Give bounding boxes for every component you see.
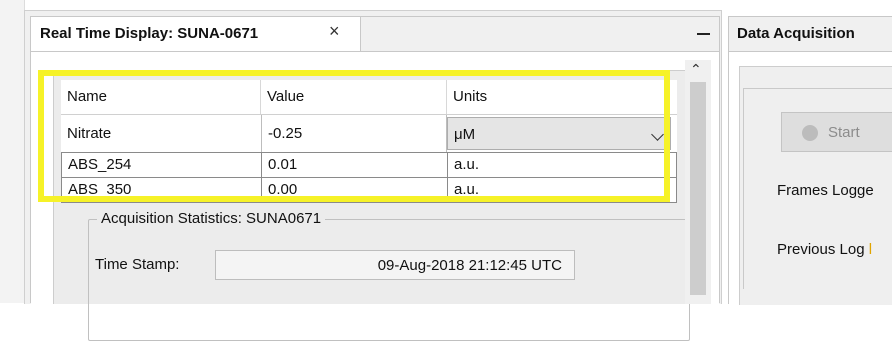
acquisition-statistics-group: Acquisition Statistics: SUNA0671 Time St… xyxy=(88,210,690,341)
status-dot-icon xyxy=(802,125,818,141)
chevron-down-icon xyxy=(651,128,664,141)
acquisition-statistics-title: Acquisition Statistics: SUNA0671 xyxy=(97,210,326,227)
units-selected-value: μM xyxy=(454,126,476,143)
close-icon[interactable]: × xyxy=(329,21,340,42)
minimize-icon[interactable] xyxy=(695,23,711,43)
units-dropdown[interactable]: μM xyxy=(447,117,671,150)
table-row[interactable]: Nitrate -0.25 μM xyxy=(61,114,677,153)
column-header-value[interactable]: Value xyxy=(261,80,447,114)
cell-name: Nitrate xyxy=(67,125,112,142)
data-acquisition-panel: Data Acquisition Start Frames Logge Prev… xyxy=(728,16,892,305)
cell-value: -0.25 xyxy=(261,115,447,153)
vertical-scrollbar[interactable]: ⌃ xyxy=(685,60,711,304)
data-acquisition-title: Data Acquisition xyxy=(737,25,855,42)
cell-name: ABS_254 xyxy=(62,153,262,177)
scrollbar-thumb[interactable] xyxy=(690,82,706,295)
tab-real-time-display[interactable]: Real Time Display: SUNA-0671 × xyxy=(31,17,361,51)
column-header-name[interactable]: Name xyxy=(61,80,261,114)
left-edge-strip xyxy=(0,0,25,303)
panel-tab-bar: Real Time Display: SUNA-0671 × xyxy=(31,17,719,52)
time-stamp-value: 09-Aug-2018 21:12:45 UTC xyxy=(377,257,562,274)
cell-units: a.u. xyxy=(454,181,480,198)
time-stamp-label: Time Stamp: xyxy=(95,256,180,273)
table-row[interactable]: ABS_350 0.00 a.u. xyxy=(61,177,677,203)
data-acquisition-tab[interactable]: Data Acquisition xyxy=(729,17,892,52)
panel-content: Acquisition Statistics: SUNA0671 Time St… xyxy=(31,52,719,341)
real-time-display-panel: Real Time Display: SUNA-0671 × Acquisiti… xyxy=(30,16,720,341)
start-button[interactable]: Start xyxy=(781,112,892,152)
cell-units: a.u. xyxy=(454,156,480,173)
tab-title: Real Time Display: SUNA-0671 xyxy=(40,25,259,42)
previous-log-label: Previous Log l xyxy=(777,241,872,258)
cell-name: ABS_350 xyxy=(62,178,262,202)
frames-logged-label: Frames Logge xyxy=(777,182,874,199)
previous-log-text: Previous Log xyxy=(777,241,865,258)
cell-value: 0.01 xyxy=(262,153,448,177)
column-header-units[interactable]: Units xyxy=(447,80,677,114)
cell-value: 0.00 xyxy=(262,178,448,202)
time-stamp-field: 09-Aug-2018 21:12:45 UTC xyxy=(215,250,575,280)
start-button-label: Start xyxy=(828,124,860,141)
scroll-up-icon[interactable]: ⌃ xyxy=(690,61,702,78)
previous-log-link[interactable]: l xyxy=(869,241,872,258)
data-acquisition-content xyxy=(729,52,892,305)
table-header-row: Name Value Units xyxy=(61,80,677,114)
table-row[interactable]: ABS_254 0.01 a.u. xyxy=(61,152,677,178)
